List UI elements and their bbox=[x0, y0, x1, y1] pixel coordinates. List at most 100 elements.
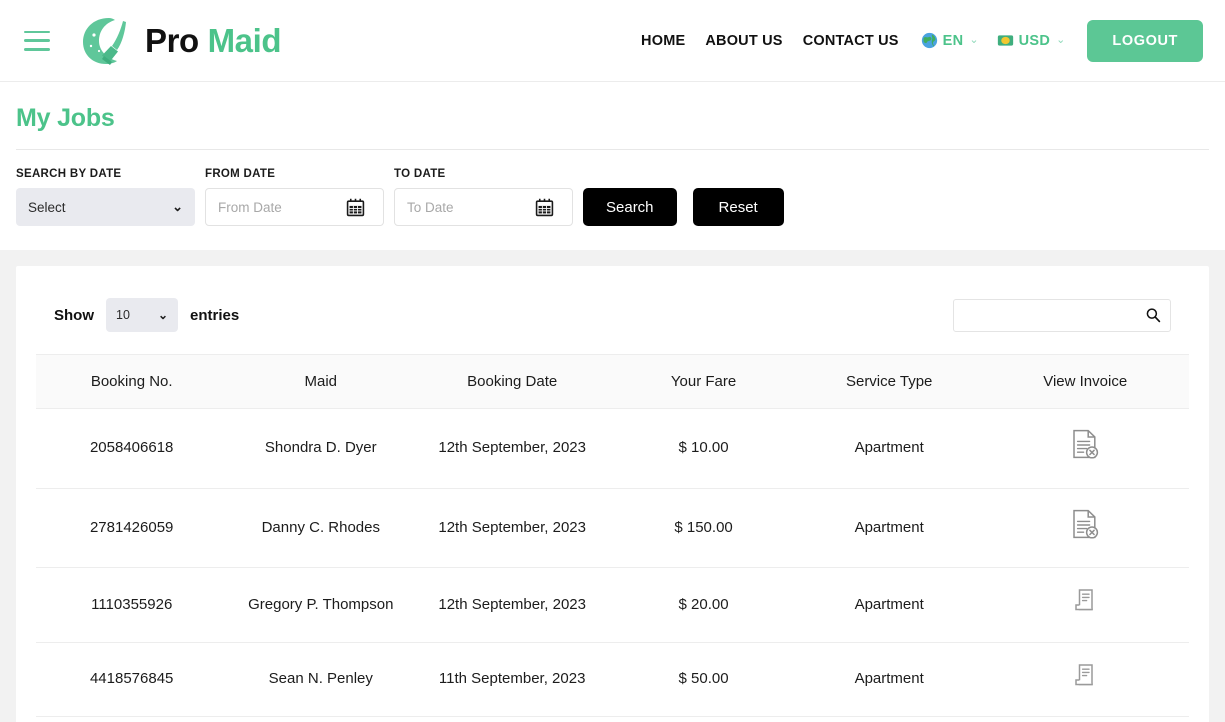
search-by-date-field: SEARCH BY DATE Select ⌄ bbox=[16, 168, 195, 226]
invoice-icon[interactable] bbox=[1074, 663, 1096, 689]
cell-fare: $ 10.00 bbox=[610, 408, 797, 489]
jobs-card: Show 10 ⌄ entries Booking No. Maid Booki… bbox=[16, 266, 1209, 722]
main-navigation: HOME ABOUT US CONTACT US EN ⌄ USD ⌄ LOGO… bbox=[631, 19, 1203, 62]
from-date-input[interactable] bbox=[218, 199, 346, 215]
search-by-date-label: SEARCH BY DATE bbox=[16, 168, 122, 180]
cell-view-invoice bbox=[981, 716, 1189, 722]
nav-link-about-us[interactable]: ABOUT US bbox=[695, 25, 792, 57]
cell-view-invoice bbox=[981, 488, 1189, 568]
to-date-field: TO DATE bbox=[394, 168, 573, 226]
column-header-view-invoice: View Invoice bbox=[981, 354, 1189, 409]
chevron-down-icon: ⌄ bbox=[157, 308, 168, 322]
cell-service-type: Apartment bbox=[796, 642, 982, 717]
cell-maid: Gregory P. Thompson bbox=[227, 567, 415, 643]
cell-booking-no: 2209367598 bbox=[36, 716, 228, 722]
table-search-wrap[interactable] bbox=[953, 298, 1171, 332]
cell-maid: Smith Davis bbox=[227, 716, 415, 722]
filter-row: SEARCH BY DATE Select ⌄ FROM DATE From D… bbox=[16, 150, 1209, 250]
to-date-input-wrap[interactable] bbox=[394, 188, 573, 226]
show-label: Show bbox=[54, 306, 94, 324]
brand-word-maid: Maid bbox=[207, 21, 282, 59]
column-header-maid: Maid bbox=[227, 354, 415, 409]
cell-booking-date: 12th September, 2023 bbox=[414, 408, 611, 489]
cell-service-type: Apartment bbox=[796, 488, 982, 568]
search-by-date-select[interactable]: Select ⌄ bbox=[16, 188, 195, 226]
cell-booking-no: 2781426059 bbox=[36, 488, 228, 568]
cell-maid: Sean N. Penley bbox=[227, 642, 415, 717]
language-label: EN bbox=[942, 32, 964, 49]
money-icon bbox=[997, 32, 1014, 49]
table-search-input[interactable] bbox=[964, 307, 1145, 323]
document-cancelled-icon[interactable] bbox=[1072, 509, 1099, 540]
cell-booking-no: 2058406618 bbox=[36, 408, 228, 489]
logout-button[interactable]: LOGOUT bbox=[1087, 19, 1203, 62]
calendar-icon[interactable] bbox=[346, 198, 365, 217]
brand-logo-link[interactable]: Pro Maid bbox=[79, 15, 282, 67]
currency-selector[interactable]: USD ⌄ bbox=[985, 24, 1072, 57]
search-button[interactable]: Search bbox=[583, 188, 677, 226]
page-length-value: 10 bbox=[116, 308, 130, 322]
cell-view-invoice bbox=[981, 642, 1189, 717]
search-by-date-value: Select bbox=[28, 199, 66, 215]
table-row: 4418576845 Sean N. Penley 11th September… bbox=[36, 642, 1189, 717]
hamburger-icon[interactable] bbox=[24, 30, 50, 51]
site-header: Pro Maid HOME ABOUT US CONTACT US EN ⌄ U… bbox=[0, 0, 1225, 82]
column-header-service-type: Service Type bbox=[796, 354, 982, 409]
cell-view-invoice bbox=[981, 408, 1189, 489]
filter-panel: My Jobs SEARCH BY DATE Select ⌄ FROM DAT… bbox=[0, 82, 1225, 250]
cell-booking-date: 12th September, 2023 bbox=[414, 567, 611, 643]
table-header-row: Booking No. Maid Booking Date Your Fare … bbox=[36, 354, 1189, 409]
cell-service-type: Apartment bbox=[796, 716, 982, 722]
cell-booking-date: 11th August, 2023 bbox=[414, 716, 611, 722]
cell-booking-date: 11th September, 2023 bbox=[414, 642, 611, 717]
page-length-select[interactable]: 10 ⌄ bbox=[106, 298, 178, 332]
cell-maid: Shondra D. Dyer bbox=[227, 408, 415, 489]
currency-label: USD bbox=[1018, 32, 1051, 49]
cell-service-type: Apartment bbox=[796, 408, 982, 489]
nav-link-contact-us[interactable]: CONTACT US bbox=[793, 25, 909, 57]
cell-booking-date: 12th September, 2023 bbox=[414, 488, 611, 568]
broom-moon-logo-icon bbox=[79, 15, 135, 67]
column-header-booking-date: Booking Date bbox=[414, 354, 611, 409]
from-date-label: FROM DATE bbox=[205, 168, 276, 180]
calendar-icon[interactable] bbox=[535, 198, 554, 217]
table-row: 1110355926 Gregory P. Thompson 12th Sept… bbox=[36, 567, 1189, 643]
jobs-table-body: 2058406618 Shondra D. Dyer 12th Septembe… bbox=[36, 408, 1189, 722]
jobs-table: Booking No. Maid Booking Date Your Fare … bbox=[36, 354, 1189, 722]
search-icon[interactable] bbox=[1145, 307, 1161, 323]
entries-label: entries bbox=[190, 306, 240, 324]
table-row: 2781426059 Danny C. Rhodes 12th Septembe… bbox=[36, 488, 1189, 568]
cell-fare: $ 50.00 bbox=[610, 642, 797, 717]
from-date-field: FROM DATE bbox=[205, 168, 384, 226]
brand-name: Pro Maid bbox=[145, 21, 282, 60]
invoice-icon[interactable] bbox=[1074, 588, 1096, 614]
jobs-table-head: Booking No. Maid Booking Date Your Fare … bbox=[36, 354, 1189, 409]
to-date-label: TO DATE bbox=[394, 168, 446, 180]
table-card-wrapper: Show 10 ⌄ entries Booking No. Maid Booki… bbox=[0, 250, 1225, 722]
column-header-your-fare: Your Fare bbox=[610, 354, 797, 409]
brand-word-pro: Pro bbox=[145, 21, 199, 59]
page-length-control: Show 10 ⌄ entries bbox=[54, 298, 239, 332]
table-row: 2209367598 Smith Davis 11th August, 2023… bbox=[36, 716, 1189, 722]
column-header-booking-no: Booking No. bbox=[36, 354, 228, 409]
table-row: 2058406618 Shondra D. Dyer 12th Septembe… bbox=[36, 408, 1189, 489]
cell-fare: $ 20.00 bbox=[610, 567, 797, 643]
chevron-down-icon: ⌄ bbox=[969, 34, 979, 46]
page-title: My Jobs bbox=[16, 104, 115, 132]
language-selector[interactable]: EN ⌄ bbox=[909, 24, 985, 57]
cell-maid: Danny C. Rhodes bbox=[227, 488, 415, 568]
table-toolbar: Show 10 ⌄ entries bbox=[36, 290, 1189, 354]
cell-service-type: Apartment bbox=[796, 567, 982, 643]
cell-booking-no: 4418576845 bbox=[36, 642, 228, 717]
chevron-down-icon: ⌄ bbox=[172, 199, 183, 214]
nav-link-home[interactable]: HOME bbox=[631, 25, 695, 57]
chevron-down-icon: ⌄ bbox=[1056, 34, 1066, 46]
cell-fare: $ 150.00 bbox=[610, 488, 797, 568]
to-date-input[interactable] bbox=[407, 199, 535, 215]
globe-icon bbox=[921, 32, 938, 49]
from-date-input-wrap[interactable] bbox=[205, 188, 384, 226]
document-cancelled-icon[interactable] bbox=[1072, 429, 1099, 460]
cell-fare: $ 50.00 bbox=[610, 716, 797, 722]
reset-button[interactable]: Reset bbox=[692, 188, 784, 226]
cell-view-invoice bbox=[981, 567, 1189, 643]
